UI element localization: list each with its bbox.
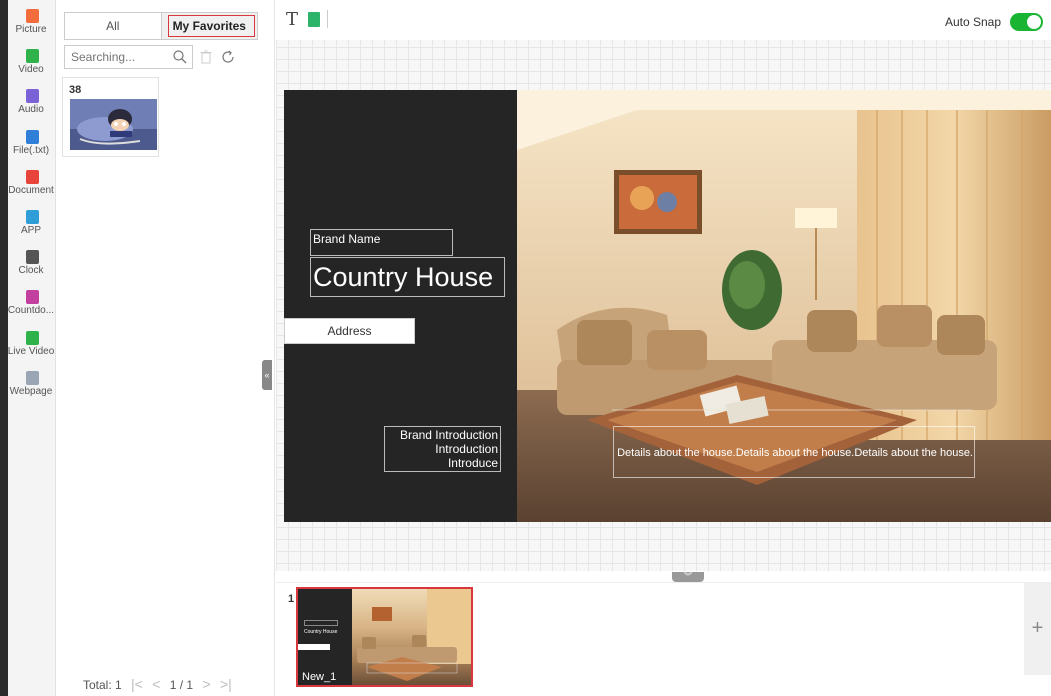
first-page-icon[interactable]: |< (131, 676, 143, 692)
sidebar-item-label: APP (20, 225, 41, 236)
page-indicator: 1 / 1 (169, 678, 194, 692)
media-card[interactable]: 38 (62, 77, 159, 157)
sidebar-item-live-video[interactable]: Live Video (8, 328, 56, 368)
intro-line: Introduction (435, 442, 498, 456)
video-icon (25, 49, 39, 64)
sidebar-item-document[interactable]: Document (8, 167, 56, 207)
sidebar-item-countdo[interactable]: Countdo... (8, 287, 56, 327)
sidebar-item-app[interactable]: APP (8, 207, 56, 247)
sidebar-item-label: Live Video (7, 345, 55, 357)
media-panel: All My Favorites 38 (57, 0, 275, 696)
sidebar-item-file-txt[interactable]: File(.txt) (8, 127, 56, 167)
intro-line: Introduce (447, 456, 498, 470)
trash-icon[interactable] (200, 50, 212, 64)
pdf-icon (25, 169, 39, 184)
sidebar-item-label: Clock (18, 265, 44, 277)
webpage-icon (25, 370, 39, 385)
auto-snap-label: Auto Snap (944, 15, 1001, 29)
audio-icon (25, 89, 39, 104)
top-toolbar: T Auto Snap (276, 0, 1051, 40)
brand-introduction-text[interactable]: Brand Introduction Introduction Introduc… (384, 426, 501, 472)
toggle-page-strip-button[interactable]: ︾ (672, 572, 704, 582)
sidebar-item-label: Document (8, 184, 54, 196)
toolbar-divider (327, 10, 328, 28)
picture-icon (25, 9, 39, 23)
sidebar-item-picture[interactable]: Picture (8, 6, 56, 46)
sidebar-item-label: File(.txt) (12, 144, 50, 156)
page-number: 1 (288, 593, 295, 605)
search-icon[interactable] (173, 50, 187, 64)
refresh-icon[interactable] (220, 49, 236, 65)
page-name: New_1 (302, 671, 337, 683)
sidebar-item-label: Countdo... (7, 305, 55, 317)
countdown-icon (25, 290, 39, 305)
search-box (64, 45, 193, 69)
media-tabs: All My Favorites (64, 12, 258, 40)
sidebar-item-webpage[interactable]: Webpage (8, 368, 56, 408)
live-video-icon (25, 330, 39, 345)
pagination: Total: 1 |< < 1 / 1 > >| (83, 676, 238, 692)
thumb-brand-box (304, 620, 338, 626)
search-input[interactable] (65, 46, 165, 68)
clock-icon (25, 250, 39, 265)
media-card-count: 38 (69, 84, 82, 96)
house-details-text[interactable]: Details about the house.Details about th… (613, 426, 975, 478)
thumb-photo (352, 589, 471, 685)
app-icon (25, 210, 39, 224)
slide-title-text[interactable]: Country House (310, 257, 505, 297)
media-card-thumbnail (70, 99, 157, 150)
collapse-panel-button[interactable]: « (262, 360, 272, 390)
tool-sidebar: Picture Video Audio File(.txt) Document APP Cl… (8, 0, 56, 696)
cartoon-thumbnail-image (70, 99, 157, 150)
address-text[interactable]: Address (284, 318, 415, 344)
file-icon (25, 129, 39, 144)
sidebar-item-label: Picture (15, 24, 47, 35)
next-page-icon[interactable]: > (202, 676, 210, 692)
app-window: Picture Video Audio File(.txt) Document APP Cl… (0, 0, 1051, 696)
add-page-button[interactable]: + (1024, 583, 1051, 675)
sidebar-item-label: Webpage (9, 385, 53, 397)
auto-snap-toggle[interactable] (1010, 13, 1043, 31)
prev-page-icon[interactable]: < (152, 676, 160, 692)
thumb-address-box (298, 644, 330, 650)
sidebar-item-label: Audio (18, 104, 44, 116)
thumb-title: Country House (304, 629, 338, 635)
text-tool-icon[interactable]: T (286, 9, 298, 30)
last-page-icon[interactable]: >| (220, 676, 232, 692)
sidebar-item-audio[interactable]: Audio (8, 86, 56, 126)
sidebar-item-video[interactable]: Video (8, 46, 56, 86)
slide-canvas[interactable]: Brand Name Country House Address Brand I… (284, 90, 1051, 522)
sidebar-item-label: Video (18, 64, 44, 76)
tab-my-favorites[interactable]: My Favorites (161, 13, 257, 39)
intro-line: Brand Introduction (399, 428, 498, 442)
total-count: Total: 1 (83, 678, 122, 692)
brand-name-text[interactable]: Brand Name (310, 229, 453, 256)
page-strip: 1 Country House New_1 + (276, 582, 1051, 696)
tab-all[interactable]: All (65, 13, 162, 39)
tab-highlight (167, 15, 255, 37)
document-tool-icon[interactable] (308, 12, 320, 27)
page-thumbnail[interactable]: Country House New_1 (296, 587, 473, 687)
sidebar-item-clock[interactable]: Clock (8, 247, 56, 287)
